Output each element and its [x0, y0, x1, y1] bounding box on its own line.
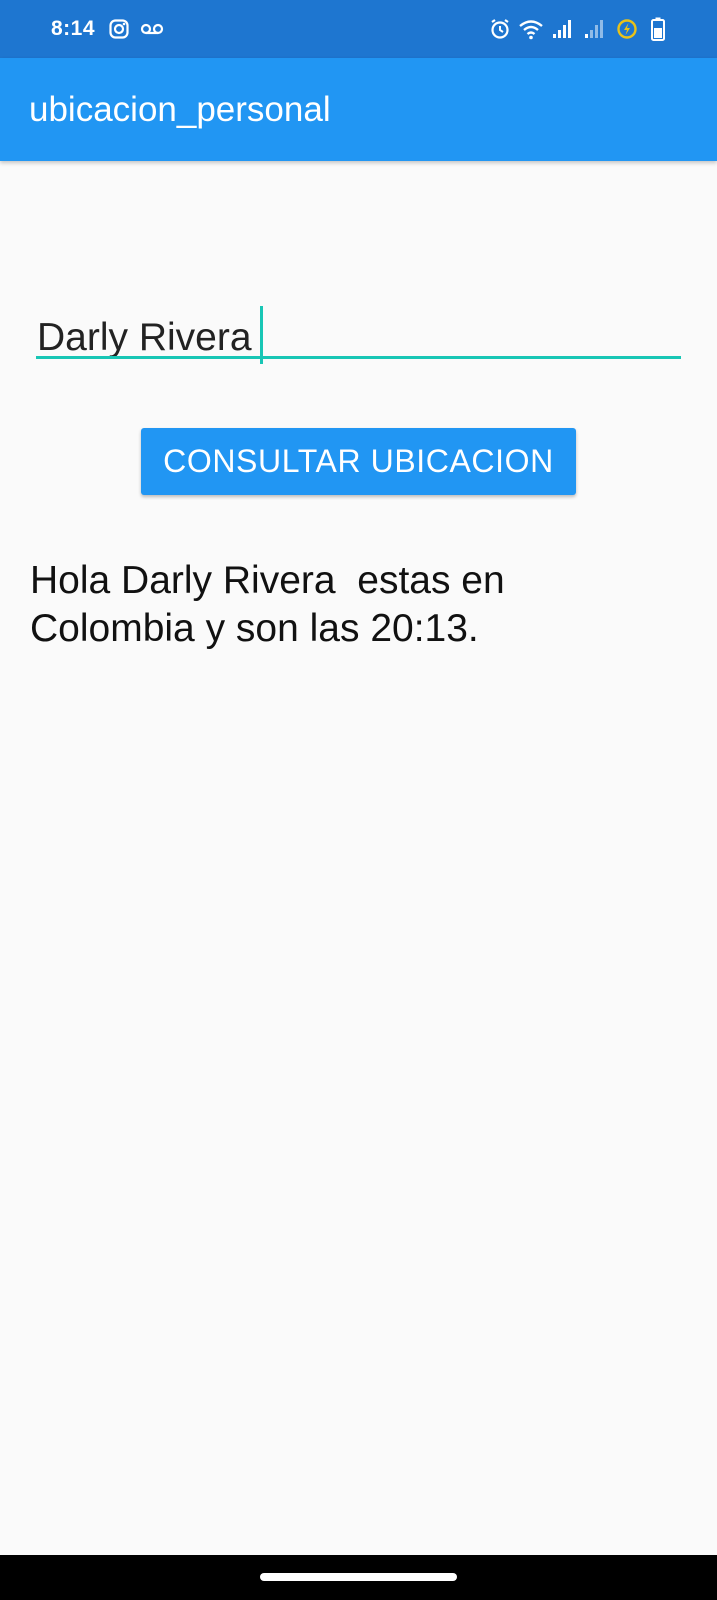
app-bar: ubicacion_personal [0, 58, 717, 161]
status-time: 8:14 [51, 17, 96, 40]
wifi-icon [518, 17, 544, 41]
app-screen: 8:14 ubicacion_personal Darly Rivera CON… [0, 0, 717, 1600]
status-bar: 8:14 [0, 0, 717, 58]
name-input[interactable]: Darly Rivera [36, 296, 681, 364]
alarm-icon [489, 17, 511, 41]
navigation-bar [0, 1555, 717, 1600]
input-underline [36, 356, 681, 359]
battery-icon [650, 17, 666, 41]
app-title: ubicacion_personal [29, 90, 331, 129]
instagram-icon [108, 17, 130, 41]
home-gesture-handle[interactable] [260, 1573, 457, 1581]
signal-weak-icon [584, 17, 606, 41]
voicemail-icon [140, 17, 164, 41]
consult-location-button[interactable]: CONSULTAR UBICACION [141, 428, 576, 495]
signal-icon [552, 17, 574, 41]
result-text: Hola Darly Rivera estas en Colombia y so… [30, 559, 516, 650]
battery-saver-icon [616, 17, 638, 41]
